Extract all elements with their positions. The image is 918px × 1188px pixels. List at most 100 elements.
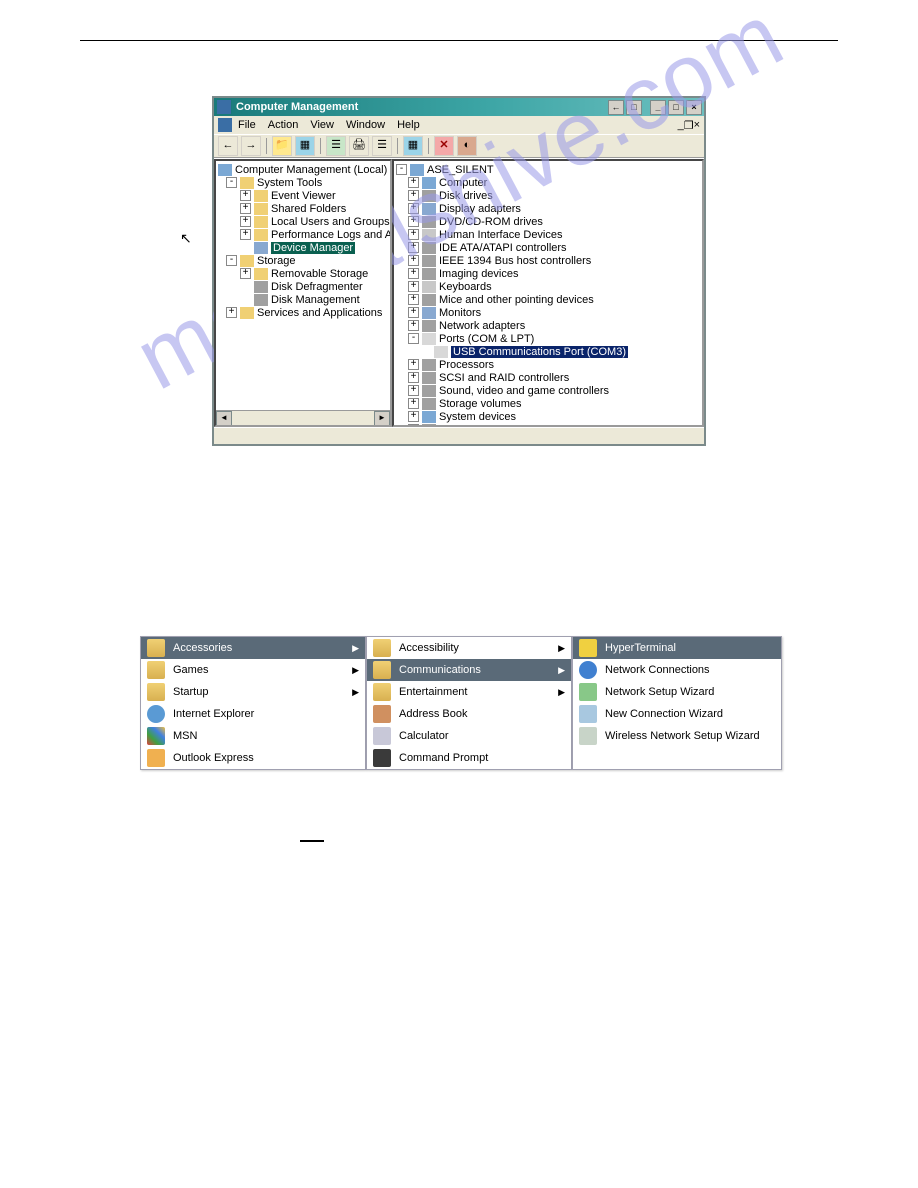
dev-system[interactable]: System devices [439, 411, 516, 423]
inner-max-button[interactable]: □ [626, 100, 642, 115]
expand-icon[interactable]: + [240, 268, 251, 279]
expand-icon[interactable]: + [408, 372, 419, 383]
expand-icon[interactable]: + [240, 229, 251, 240]
menu-address-book[interactable]: Address Book [367, 703, 571, 725]
expand-icon[interactable]: + [408, 359, 419, 370]
expand-icon[interactable]: + [408, 177, 419, 188]
device-root[interactable]: ASE_SILENT [427, 164, 494, 176]
menu-hyperterminal[interactable]: HyperTerminal [573, 637, 781, 659]
refresh-button[interactable]: ☰ [372, 136, 392, 156]
menu-wireless-wizard[interactable]: Wireless Network Setup Wizard [573, 725, 781, 747]
tree-defrag[interactable]: Disk Defragmenter [271, 281, 363, 293]
menu-network-wizard[interactable]: Network Setup Wizard [573, 681, 781, 703]
views-button[interactable]: ▦ [295, 136, 315, 156]
minimize-button[interactable]: _ [650, 100, 666, 115]
properties-button[interactable]: ☰ [326, 136, 346, 156]
tree-local-users[interactable]: Local Users and Groups [271, 216, 390, 228]
expand-icon[interactable]: + [408, 320, 419, 331]
mdi-close-button[interactable]: × [694, 119, 700, 131]
scan-button[interactable]: ▦ [403, 136, 423, 156]
forward-button[interactable]: → [241, 136, 261, 156]
collapse-icon[interactable]: - [408, 333, 419, 344]
dev-ports[interactable]: Ports (COM & LPT) [439, 333, 534, 345]
tree-system-tools[interactable]: System Tools [257, 177, 322, 189]
tree-diskmgmt[interactable]: Disk Management [271, 294, 360, 306]
expand-icon[interactable]: + [408, 385, 419, 396]
expand-icon[interactable]: + [408, 229, 419, 240]
expand-icon[interactable]: + [408, 190, 419, 201]
dev-monitors[interactable]: Monitors [439, 307, 481, 319]
menu-help[interactable]: Help [397, 119, 420, 131]
menu-accessibility[interactable]: Accessibility▶ [367, 637, 571, 659]
menu-calculator[interactable]: Calculator [367, 725, 571, 747]
navigation-tree[interactable]: Computer Management (Local) - System Tool… [214, 159, 392, 427]
expand-icon[interactable]: + [408, 255, 419, 266]
tree-root[interactable]: Computer Management (Local) [235, 164, 387, 176]
maximize-button[interactable]: □ [668, 100, 684, 115]
menu-games[interactable]: Games▶ [141, 659, 365, 681]
expand-icon[interactable]: + [408, 398, 419, 409]
menu-startup[interactable]: Startup▶ [141, 681, 365, 703]
dev-imaging[interactable]: Imaging devices [439, 268, 519, 280]
dev-processors[interactable]: Processors [439, 359, 494, 371]
menu-outlook[interactable]: Outlook Express [141, 747, 365, 769]
expand-icon[interactable]: + [240, 190, 251, 201]
uninstall-button[interactable]: ✕ [434, 136, 454, 156]
collapse-icon[interactable]: - [226, 177, 237, 188]
menu-accessories[interactable]: Accessories▶ [141, 637, 365, 659]
expand-icon[interactable]: + [408, 307, 419, 318]
dev-scsi[interactable]: SCSI and RAID controllers [439, 372, 569, 384]
menu-action[interactable]: Action [268, 119, 299, 131]
inner-min-button[interactable]: ← [608, 100, 624, 115]
menu-view[interactable]: View [310, 119, 334, 131]
close-button[interactable]: × [686, 100, 702, 115]
dev-mice[interactable]: Mice and other pointing devices [439, 294, 594, 306]
expand-icon[interactable]: + [240, 216, 251, 227]
dev-display[interactable]: Display adapters [439, 203, 521, 215]
tree-perf-logs[interactable]: Performance Logs and Alerts [271, 229, 390, 241]
dev-keyboards[interactable]: Keyboards [439, 281, 492, 293]
menu-network-connections[interactable]: Network Connections [573, 659, 781, 681]
expand-icon[interactable]: + [408, 281, 419, 292]
dev-sound[interactable]: Sound, video and game controllers [439, 385, 609, 397]
tree-storage[interactable]: Storage [257, 255, 296, 267]
device-tree[interactable]: - ASE_SILENT + Computer + Disk drives + Disp… [392, 159, 704, 427]
tree-shared-folders[interactable]: Shared Folders [271, 203, 346, 215]
title-bar[interactable]: Computer Management ← □ _ □ × [214, 98, 704, 116]
dev-computer[interactable]: Computer [439, 177, 487, 189]
expand-icon[interactable]: + [408, 242, 419, 253]
expand-icon[interactable]: + [408, 411, 419, 422]
menu-entertainment[interactable]: Entertainment▶ [367, 681, 571, 703]
menu-new-connection[interactable]: New Connection Wizard [573, 703, 781, 725]
menu-cmd[interactable]: Command Prompt [367, 747, 571, 769]
dev-ide[interactable]: IDE ATA/ATAPI controllers [439, 242, 567, 254]
mdi-restore-button[interactable]: ❐ [684, 119, 694, 132]
menu-window[interactable]: Window [346, 119, 385, 131]
print-button[interactable]: 🖨 [349, 136, 369, 156]
dev-diskdrives[interactable]: Disk drives [439, 190, 493, 202]
dev-dvd[interactable]: DVD/CD-ROM drives [439, 216, 543, 228]
dev-network[interactable]: Network adapters [439, 320, 525, 332]
expand-icon[interactable]: + [408, 424, 419, 427]
dev-1394[interactable]: IEEE 1394 Bus host controllers [439, 255, 591, 267]
update-button[interactable]: ◐ [457, 136, 477, 156]
expand-icon[interactable]: + [408, 203, 419, 214]
tree-event-viewer[interactable]: Event Viewer [271, 190, 336, 202]
expand-icon[interactable]: + [226, 307, 237, 318]
dev-usb-com-port[interactable]: USB Communications Port (COM3) [451, 346, 628, 358]
dev-storage-vol[interactable]: Storage volumes [439, 398, 522, 410]
expand-icon[interactable]: + [408, 268, 419, 279]
tree-services[interactable]: Services and Applications [257, 307, 382, 319]
menu-ie[interactable]: Internet Explorer [141, 703, 365, 725]
back-button[interactable]: ← [218, 136, 238, 156]
horizontal-scrollbar[interactable]: ◄► [216, 410, 390, 425]
tree-removable[interactable]: Removable Storage [271, 268, 368, 280]
menu-msn[interactable]: MSN [141, 725, 365, 747]
expand-icon[interactable]: + [240, 203, 251, 214]
expand-icon[interactable]: + [408, 216, 419, 227]
collapse-icon[interactable]: - [226, 255, 237, 266]
dev-hid[interactable]: Human Interface Devices [439, 229, 563, 241]
dev-usb-ctrl[interactable]: Universal Serial Bus controllers [439, 424, 592, 428]
expand-icon[interactable]: + [408, 294, 419, 305]
menu-file[interactable]: File [238, 119, 256, 131]
